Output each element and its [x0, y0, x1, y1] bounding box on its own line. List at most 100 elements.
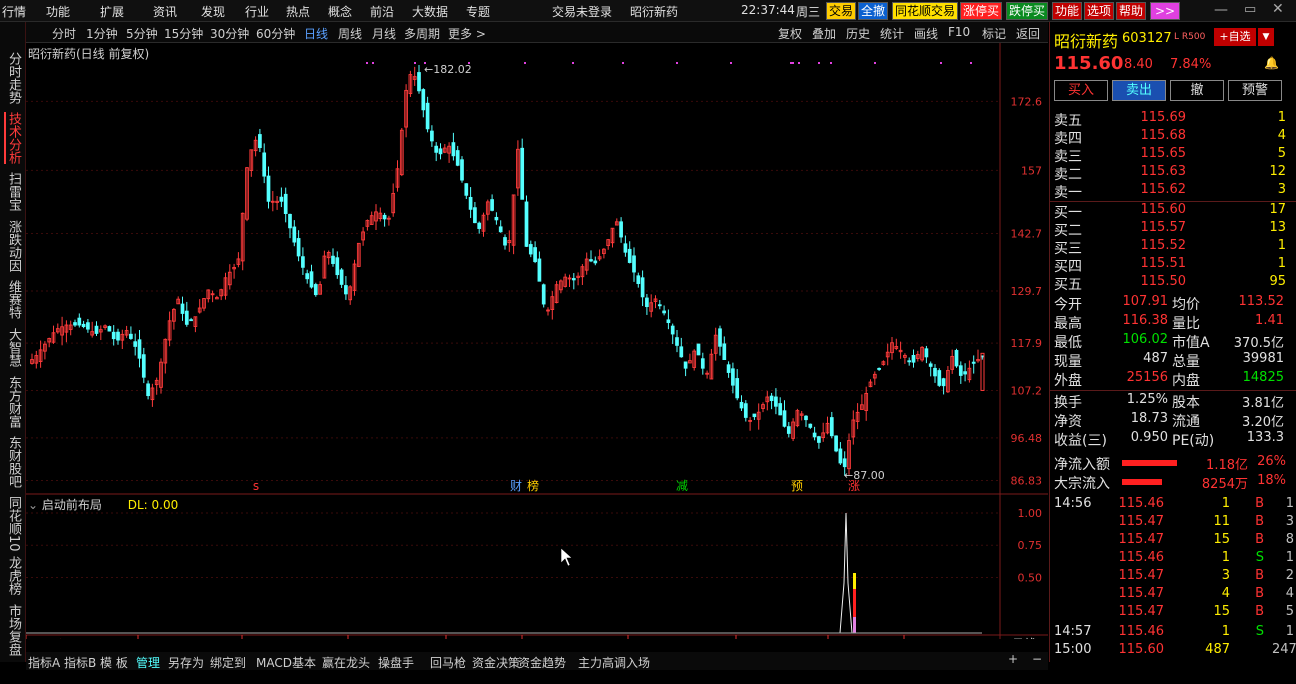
login-status[interactable]: 交易未登录 [552, 3, 612, 20]
ask-row[interactable]: 卖二 115.63 12 [1050, 164, 1296, 183]
menu-item[interactable]: 行情 [2, 3, 26, 20]
indicator-tab[interactable]: 赢在龙头 [322, 654, 370, 671]
menu-item[interactable]: 专题 [466, 3, 490, 20]
sell-button[interactable]: 卖出 [1112, 80, 1166, 101]
indicator-tab[interactable]: 绑定到 [210, 654, 246, 671]
indicator-name[interactable]: 启动前布局 [42, 498, 102, 512]
indicator-tab[interactable]: 指标B [64, 654, 96, 671]
candle-body [503, 237, 507, 246]
options-button[interactable]: 选项 [1084, 2, 1115, 20]
menu-item[interactable]: 功能 [46, 3, 70, 20]
indicator-tab[interactable]: 另存为 [168, 654, 204, 671]
bid-row[interactable]: 买二 115.57 13 [1050, 220, 1296, 239]
candle-body [752, 413, 757, 418]
period-tab[interactable]: 60分钟 [256, 25, 295, 42]
candle-body [593, 260, 598, 264]
tool-stats[interactable]: 统计 [880, 25, 904, 42]
candle-body [632, 255, 636, 273]
period-tab[interactable]: 30分钟 [210, 25, 249, 42]
bell-icon[interactable]: 🔔 [1264, 56, 1279, 70]
period-tab[interactable]: 周线 [338, 25, 362, 42]
indicator-tab[interactable]: 回马枪 [430, 654, 466, 671]
period-tab-active[interactable]: 日线 [304, 25, 328, 42]
buy-button[interactable]: 买入 [1054, 80, 1108, 101]
period-tab[interactable]: 5分钟 [126, 25, 158, 42]
tool-draw[interactable]: 画线 [914, 25, 938, 42]
menu-item[interactable]: 热点 [286, 3, 310, 20]
bid-row[interactable]: 买四 115.51 1 [1050, 256, 1296, 275]
period-tab[interactable]: 15分钟 [164, 25, 203, 42]
limit-up-buy-button[interactable]: 涨停买 [960, 2, 1003, 20]
tool-f10[interactable]: F10 [948, 25, 970, 39]
tab-price-drivers[interactable]: 涨跌动因 [4, 220, 21, 272]
trade-button[interactable]: 交易 [826, 2, 857, 20]
indicator-tab[interactable]: 模 板 [100, 654, 128, 671]
maximize-icon[interactable]: ▭ [1244, 2, 1256, 17]
ask-row[interactable]: 卖四 115.68 4 [1050, 128, 1296, 147]
period-tab[interactable]: 月线 [372, 25, 396, 42]
cancel-order-button[interactable]: 撤 [1170, 80, 1224, 101]
tab-minesweeper[interactable]: 扫雷宝 [4, 172, 21, 211]
menu-item[interactable]: 行业 [245, 3, 269, 20]
add-watchlist-button[interactable]: +自选 [1214, 28, 1256, 46]
help-button[interactable]: 帮助 [1116, 2, 1147, 20]
zoom-out-icon[interactable]: − [1032, 652, 1042, 666]
tab-ths10[interactable]: 同花顺10 [4, 496, 21, 552]
tab-dragon-tiger[interactable]: 龙虎榜 [4, 556, 21, 595]
tab-intraday[interactable]: 分时走势 [4, 52, 21, 104]
tab-dzh[interactable]: 大智慧 [4, 328, 21, 367]
stat-value: 0.950 [1130, 430, 1168, 445]
tool-history[interactable]: 历史 [846, 25, 870, 42]
indicator-tab[interactable]: 资金趋势 [518, 654, 566, 671]
bid-row[interactable]: 买一 115.60 17 [1050, 202, 1296, 221]
more-button[interactable]: >> [1150, 2, 1180, 20]
tab-market-review[interactable]: 市场复盘 [4, 604, 21, 656]
zoom-in-icon[interactable]: + [1008, 652, 1018, 666]
menu-item[interactable]: 概念 [328, 3, 352, 20]
cancel-all-button[interactable]: 全撤 [858, 2, 889, 20]
watchlist-dropdown-icon[interactable]: ▼ [1258, 28, 1274, 46]
tab-weisaite[interactable]: 维赛特 [4, 280, 21, 319]
period-tab[interactable]: 多周期 [404, 25, 440, 42]
candle-body [636, 275, 641, 284]
menu-item[interactable]: 扩展 [100, 3, 124, 20]
candle-body [111, 331, 116, 340]
indicator-tab[interactable]: 管理 [136, 654, 160, 671]
menu-item[interactable]: 资讯 [153, 3, 177, 20]
period-tab[interactable]: 1分钟 [86, 25, 118, 42]
candle-body [313, 284, 318, 296]
minimize-icon[interactable]: — [1214, 2, 1228, 18]
ths-trade-button[interactable]: 同花顺交易 [892, 2, 959, 20]
candle-body [623, 243, 628, 253]
menu-item[interactable]: 前沿 [370, 3, 394, 20]
bid-row[interactable]: 买五 115.50 95 [1050, 274, 1296, 293]
tool-fuquan[interactable]: 复权 [778, 25, 802, 42]
indicator-tab[interactable]: 操盘手 [378, 654, 414, 671]
indicator-tab[interactable]: 资金决策 [472, 654, 520, 671]
tab-guba[interactable]: 东财股吧 [4, 436, 21, 488]
bid-row[interactable]: 买三 115.52 1 [1050, 238, 1296, 257]
period-tab[interactable]: 分时 [52, 25, 76, 42]
close-icon[interactable]: ✕ [1272, 1, 1284, 17]
book-label: 卖五 [1054, 113, 1082, 129]
indicator-tab[interactable]: 主力高调入场 [578, 654, 650, 671]
menu-item[interactable]: 发现 [201, 3, 225, 20]
function-button[interactable]: 功能 [1052, 2, 1083, 20]
tab-technical-analysis[interactable]: 技术分析 [4, 112, 21, 164]
tab-eastmoney[interactable]: 东方财富 [4, 376, 21, 428]
ask-row[interactable]: 卖五 115.69 1 [1050, 110, 1296, 129]
limit-down-buy-button[interactable]: 跌停买 [1006, 2, 1049, 20]
indicator-tab[interactable]: MACD基本 [256, 654, 316, 671]
tool-mark[interactable]: 标记 [982, 25, 1006, 42]
indicator-tab[interactable]: 指标A [28, 654, 60, 671]
menu-item[interactable]: 大数据 [412, 3, 448, 20]
tool-back[interactable]: 返回 [1016, 25, 1040, 42]
period-more[interactable]: 更多 > [448, 25, 486, 42]
collapse-icon[interactable]: ⌄ [28, 498, 38, 512]
ask-row[interactable]: 卖三 115.65 5 [1050, 146, 1296, 165]
tool-overlay[interactable]: 叠加 [812, 25, 836, 42]
kline-chart[interactable]: 172.6 157 142.7 129.7 117.9 107.2 96.48 86.83 1.… [26, 43, 1048, 639]
alert-button[interactable]: 预警 [1228, 80, 1282, 101]
ask-row[interactable]: 卖一 115.62 3 [1050, 182, 1296, 201]
stat-value: 107.91 [1122, 294, 1169, 309]
